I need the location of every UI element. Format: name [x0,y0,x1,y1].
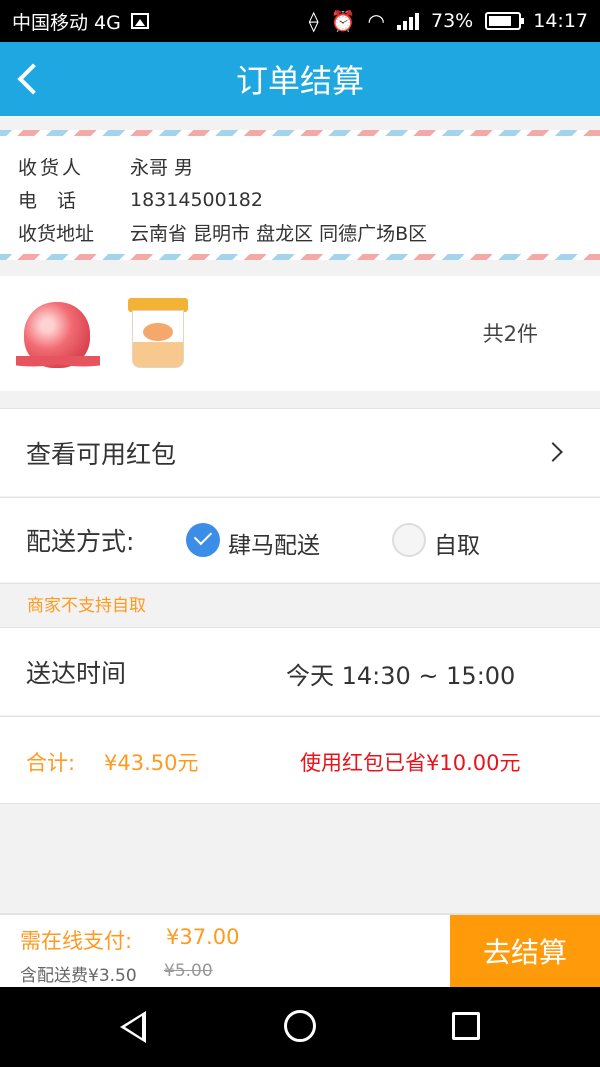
carrier-text: 中国移动 4G [12,11,121,34]
delivery-option-courier-label[interactable]: 肆马配送 [228,526,320,560]
delivery-fee-original: ¥5.00 [164,961,213,981]
image-notification-icon [130,13,149,29]
view-coupons-row[interactable]: 查看可用红包 [0,408,600,496]
app-header: 订单结算 [0,42,600,116]
recipient-value: 永哥 男 [130,157,194,179]
delivery-time-label: 送达时间 [26,658,127,688]
chevron-right-icon [543,442,563,462]
alarm-icon: ⏰ [330,9,356,33]
nav-back-icon[interactable] [120,1011,146,1043]
delivery-fee-label: 含配送费¥3.50 [20,966,137,986]
recipient-row: 收货人 永哥 男 [0,150,600,183]
checkout-bar: 需在线支付: ¥37.00 含配送费¥3.50 ¥5.00 去结算 [0,913,600,987]
online-pay-amount: ¥37.00 [166,925,240,949]
item-count: 共2件 [482,322,538,346]
pickup-notice: 商家不支持自取 [0,583,600,627]
checkout-button[interactable]: 去结算 [450,915,600,987]
delivery-method-label: 配送方式: [26,527,135,556]
total-label: 合计: [26,751,76,775]
page-title: 订单结算 [235,62,364,100]
airmail-stripe-bottom [0,254,600,260]
clock-text: 14:17 [533,10,588,32]
delivery-option-pickup-radio[interactable] [392,523,426,557]
cup-image [128,298,188,370]
phone-value: 18314500182 [130,188,263,211]
coupon-savings-text: 使用红包已省¥10.00元 [300,751,521,775]
signal-icon [397,12,419,30]
status-bar: 中国移动 4G ⟠ ⏰ ◠ 73% 14:17 [0,0,600,42]
total-row: 合计: ¥43.50元 使用红包已省¥10.00元 [0,716,600,804]
nav-home-icon[interactable] [284,1010,316,1042]
battery-icon [485,12,525,30]
battery-text: 73% [431,10,474,32]
address-label: 收货地址 [18,223,95,245]
phone-row: 电话 18314500182 [0,183,600,216]
delivery-time-row[interactable]: 送达时间 今天 14:30 ~ 15:00 [0,627,600,715]
vibrate-icon: ⟠ [308,9,319,33]
phone-label: 电话 [18,190,97,212]
address-row: 收货地址 云南省 昆明市 盘龙区 同德广场B区 [0,216,600,249]
system-nav-bar [0,987,600,1067]
total-amount: ¥43.50元 [104,751,199,775]
delivery-method-row: 配送方式: 肆马配送 自取 [0,497,600,582]
back-arrow-icon[interactable] [14,60,50,96]
coupon-label: 查看可用红包 [26,439,177,469]
airmail-stripe-top [0,130,600,136]
product-list[interactable]: 共2件 [0,276,600,391]
wifi-icon: ◠ [367,9,385,33]
nav-recents-icon[interactable] [452,1012,480,1040]
address-card[interactable]: 收货人 永哥 男 电话 18314500182 收货地址 云南省 昆明市 盘龙区… [0,130,600,260]
address-value: 云南省 昆明市 盘龙区 同德广场B区 [130,223,428,245]
recipient-label: 收货人 [18,157,85,179]
delivery-option-pickup-label[interactable]: 自取 [434,526,480,560]
online-pay-label: 需在线支付: [20,929,133,953]
delivery-time-value: 今天 14:30 ~ 15:00 [286,662,516,690]
delivery-option-courier-radio[interactable] [186,523,220,557]
apple-image [16,296,100,374]
